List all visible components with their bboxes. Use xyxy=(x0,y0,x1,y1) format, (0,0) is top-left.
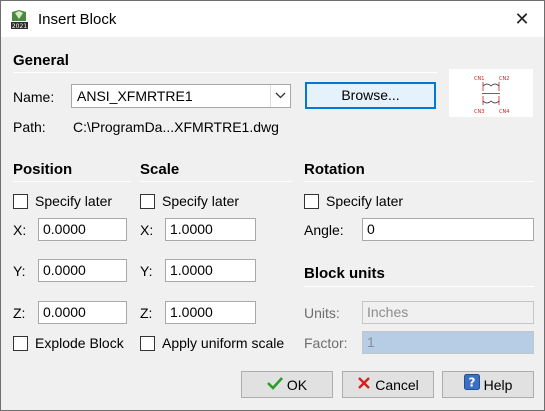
ok-button[interactable]: OK xyxy=(241,371,333,398)
explode-block-checkbox[interactable]: Explode Block xyxy=(13,335,131,353)
preview-pin-cn4: CN4 xyxy=(499,109,509,115)
position-z-label: Z: xyxy=(13,305,26,321)
svg-text:2021: 2021 xyxy=(12,23,27,30)
block-units-divider xyxy=(304,286,534,287)
rotation-divider xyxy=(304,181,534,182)
close-icon: ✕ xyxy=(514,9,530,29)
uniform-scale-label: Apply uniform scale xyxy=(162,335,285,351)
units-label: Units: xyxy=(304,305,340,321)
uniform-scale-box[interactable] xyxy=(140,336,155,351)
question-icon: ? xyxy=(463,373,480,398)
rotation-specify-later-box[interactable] xyxy=(304,194,319,209)
scale-z-label: Z: xyxy=(140,305,153,321)
help-label: Help xyxy=(483,376,513,393)
position-x-label: X: xyxy=(13,222,27,238)
path-label: Path: xyxy=(13,119,46,135)
position-y-input[interactable]: 0.0000 xyxy=(38,259,127,282)
explode-block-label: Explode Block xyxy=(35,335,124,351)
path-value: C:\ProgramDa...XFMRTRE1.dwg xyxy=(73,119,279,135)
scale-heading: Scale xyxy=(140,161,180,178)
autocad-app-icon: 2021 xyxy=(10,9,29,30)
position-divider xyxy=(13,181,131,182)
position-specify-later-checkbox[interactable]: Specify later xyxy=(13,193,131,211)
position-heading: Position xyxy=(13,161,73,178)
scale-z-input[interactable]: 1.0000 xyxy=(165,301,256,324)
position-specify-later-label: Specify later xyxy=(35,193,113,209)
scale-x-label: X: xyxy=(140,222,154,238)
block-preview: CN1 CN2 CN3 CN4 xyxy=(449,69,533,117)
angle-input[interactable]: 0 xyxy=(362,218,534,241)
browse-button[interactable]: Browse... xyxy=(305,82,436,109)
x-mark-icon xyxy=(357,373,371,398)
name-label: Name: xyxy=(13,89,55,105)
position-y-label: Y: xyxy=(13,263,26,279)
general-heading: General xyxy=(13,52,69,69)
scale-y-label: Y: xyxy=(140,263,153,279)
cancel-button[interactable]: Cancel xyxy=(342,371,434,398)
rotation-specify-later-checkbox[interactable]: Specify later xyxy=(304,193,454,211)
preview-pin-cn1: CN1 xyxy=(474,76,484,82)
block-name-combobox[interactable]: ANSI_XFMRTRE1 xyxy=(71,84,291,108)
units-field: Inches xyxy=(362,301,534,324)
rotation-heading: Rotation xyxy=(304,161,365,178)
scale-specify-later-label: Specify later xyxy=(162,193,240,209)
angle-label: Angle: xyxy=(304,222,344,238)
ok-label: OK xyxy=(286,376,308,393)
block-name-value: ANSI_XFMRTRE1 xyxy=(77,88,193,104)
block-units-heading: Block units xyxy=(304,265,385,282)
chevron-down-icon[interactable] xyxy=(270,85,290,107)
checkmark-icon xyxy=(266,373,283,398)
position-specify-later-box[interactable] xyxy=(13,194,28,209)
scale-x-input[interactable]: 1.0000 xyxy=(165,218,256,241)
position-z-input[interactable]: 0.0000 xyxy=(38,301,127,324)
close-button[interactable]: ✕ xyxy=(507,5,537,33)
window-title: Insert Block xyxy=(38,11,117,28)
rotation-specify-later-label: Specify later xyxy=(326,193,404,209)
preview-pin-cn3: CN3 xyxy=(474,109,484,115)
explode-block-box[interactable] xyxy=(13,336,28,351)
position-x-input[interactable]: 0.0000 xyxy=(38,218,127,241)
cancel-label: Cancel xyxy=(375,376,419,393)
scale-divider xyxy=(140,181,292,182)
preview-pin-cn2: CN2 xyxy=(499,76,509,82)
insert-block-dialog: 2021 Insert Block ✕ General Name: ANSI_X… xyxy=(0,0,545,411)
scale-specify-later-checkbox[interactable]: Specify later xyxy=(140,193,290,211)
svg-text:?: ? xyxy=(468,375,475,389)
scale-specify-later-box[interactable] xyxy=(140,194,155,209)
factor-label: Factor: xyxy=(304,335,348,351)
uniform-scale-checkbox[interactable]: Apply uniform scale xyxy=(140,335,295,353)
scale-y-input[interactable]: 1.0000 xyxy=(165,259,256,282)
factor-field: 1 xyxy=(362,331,534,354)
title-bar: 2021 Insert Block ✕ xyxy=(1,1,544,37)
help-button[interactable]: ? Help xyxy=(442,371,534,398)
general-divider xyxy=(13,72,437,73)
